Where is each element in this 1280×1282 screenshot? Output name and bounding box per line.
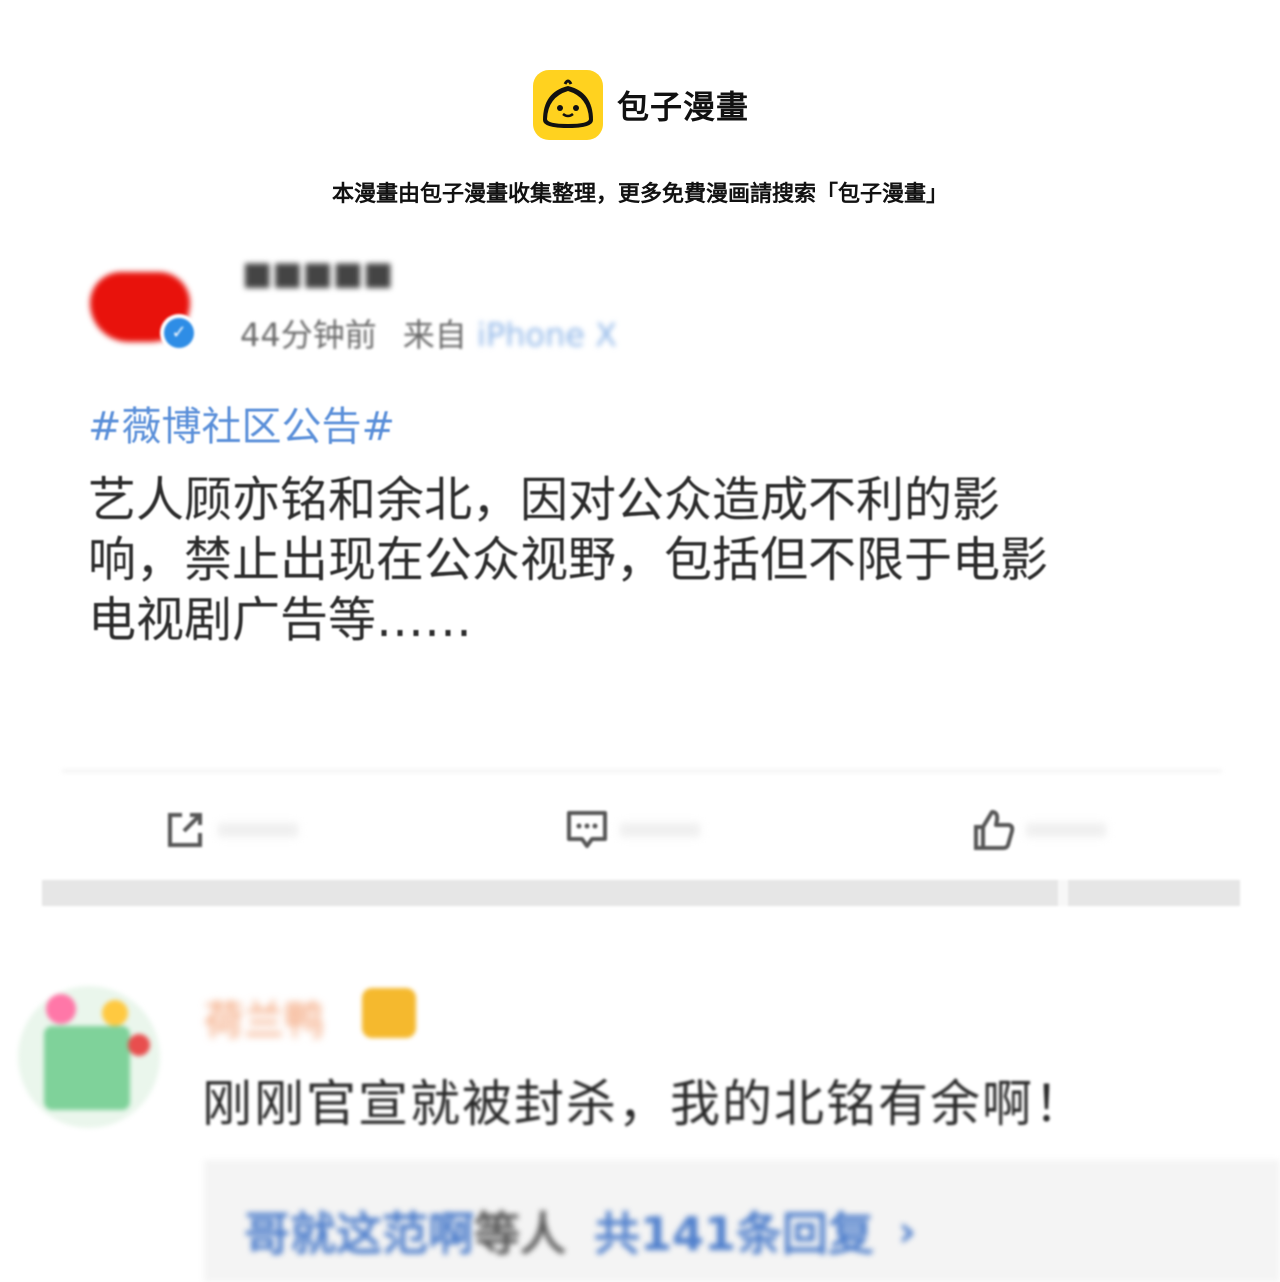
brand-header[interactable]: 包子漫畫 bbox=[533, 70, 749, 140]
post-text: 艺人顾亦铭和余北，因对公众造成不利的影响，禁止出现在公众视野，包括但不限于电影电… bbox=[88, 472, 1049, 648]
share-count bbox=[218, 823, 298, 837]
divider bbox=[62, 770, 1222, 772]
post-hashtag[interactable]: #薇博社区公告# bbox=[88, 394, 395, 452]
share-icon bbox=[168, 813, 202, 847]
comment-button[interactable] bbox=[564, 802, 700, 858]
reply-names[interactable]: 哥就这范啊 bbox=[244, 1198, 474, 1264]
crown-badge-icon bbox=[362, 988, 416, 1038]
reply-total[interactable]: 共141条回复 bbox=[594, 1198, 874, 1264]
comment-icon bbox=[567, 811, 607, 848]
post-time: 44分钟前 bbox=[240, 316, 377, 354]
page: 包子漫畫 本漫畫由包子漫畫收集整理，更多免費漫画請搜索「包子漫畫」 ■■■■■ … bbox=[0, 0, 1280, 1282]
comment-text: 刚刚官宣就被封杀，我的北铭有余啊！ bbox=[202, 1075, 1086, 1133]
chevron-right-icon[interactable]: › bbox=[898, 1206, 916, 1257]
like-button[interactable] bbox=[970, 802, 1106, 858]
replies-link[interactable]: 哥就这范啊 等人 共141条回复 › bbox=[244, 1198, 916, 1264]
reply-mid: 等人 bbox=[474, 1207, 566, 1261]
baozi-logo-icon bbox=[533, 70, 603, 140]
share-button[interactable] bbox=[162, 802, 298, 858]
post-device: iPhone X bbox=[476, 316, 618, 354]
brand-name: 包子漫畫 bbox=[617, 88, 750, 126]
verified-icon bbox=[160, 314, 198, 352]
poster-name-blurred[interactable]: ■■■■■ bbox=[242, 254, 393, 292]
source-notice: 本漫畫由包子漫畫收集整理，更多免費漫画請搜索「包子漫畫」 bbox=[331, 182, 948, 207]
like-icon bbox=[974, 810, 1015, 850]
post-source-prefix: 来自 bbox=[402, 316, 467, 354]
weibo-post-card: ■■■■■ 44分钟前 来自 iPhone X #薇博社区公告# 艺人顾亦铭和余… bbox=[42, 254, 1240, 907]
commenter-avatar[interactable] bbox=[18, 986, 160, 1128]
post-meta: 44分钟前 来自 iPhone X bbox=[240, 310, 617, 356]
like-count bbox=[1026, 823, 1106, 837]
commenter-name[interactable]: 荷兰鸭 bbox=[204, 988, 324, 1046]
section-separator bbox=[42, 880, 1240, 906]
comment-count bbox=[620, 823, 700, 837]
